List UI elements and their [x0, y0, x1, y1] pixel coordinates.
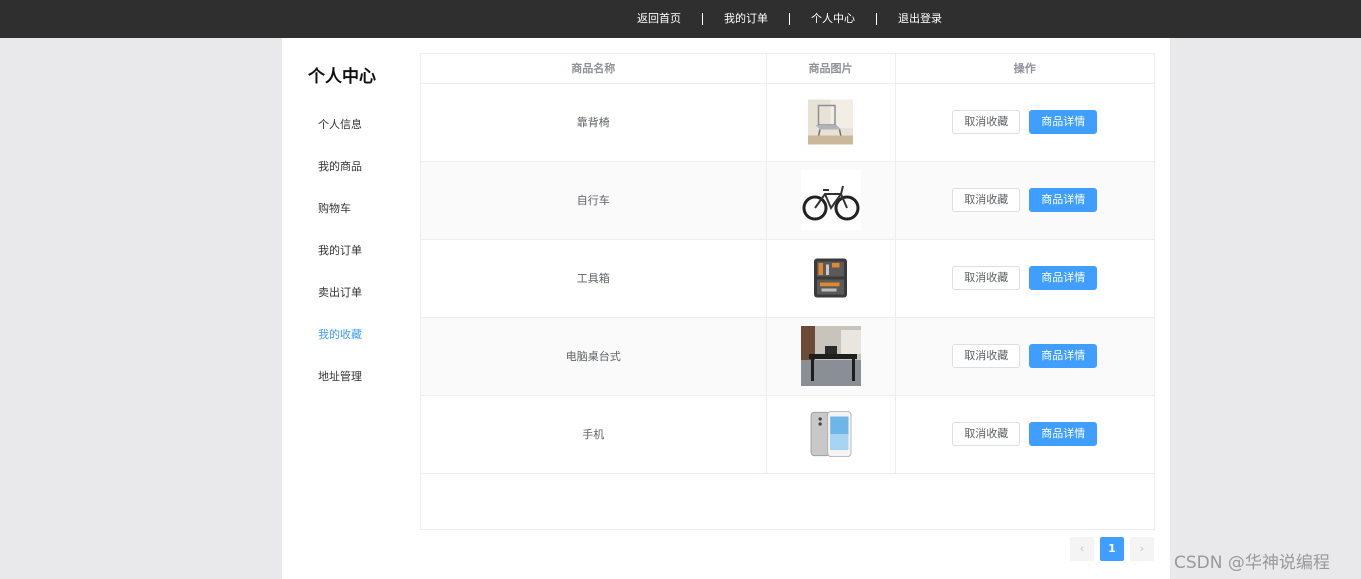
pagination: ‹ 1 ›	[1070, 537, 1160, 561]
product-name: 手机	[421, 395, 767, 474]
product-name: 靠背椅	[421, 83, 767, 162]
sidebar-item-profile-info[interactable]: 个人信息	[318, 118, 362, 160]
cancel-favorite-button[interactable]: 取消收藏	[952, 110, 1021, 134]
sidebar-item-my-orders[interactable]: 我的订单	[318, 244, 362, 286]
favorites-table: 商品名称 商品图片 操作 靠背椅 取消收藏 商品详情 自行车 取消收藏 商品详情…	[420, 53, 1155, 530]
pager-prev-button[interactable]: ‹	[1070, 537, 1094, 561]
product-detail-button[interactable]: 商品详情	[1029, 344, 1098, 368]
sidebar-item-cart[interactable]: 购物车	[318, 202, 362, 244]
product-detail-button[interactable]: 商品详情	[1029, 422, 1098, 446]
nav-logout-link[interactable]: 退出登录	[876, 13, 963, 25]
table-row: 手机 取消收藏 商品详情	[421, 395, 1154, 474]
table-row: 自行车 取消收藏 商品详情	[421, 161, 1154, 240]
top-nav-links: 返回首页 我的订单 个人中心 退出登录	[620, 0, 963, 38]
nav-orders-link[interactable]: 我的订单	[702, 13, 789, 25]
header-action: 操作	[895, 54, 1154, 84]
cancel-favorite-button[interactable]: 取消收藏	[952, 266, 1021, 290]
sidebar-item-address[interactable]: 地址管理	[318, 370, 362, 412]
table-row: 电脑桌台式 取消收藏 商品详情	[421, 317, 1154, 396]
cancel-favorite-button[interactable]: 取消收藏	[952, 188, 1021, 212]
product-name: 电脑桌台式	[421, 317, 767, 396]
product-image-cell	[766, 317, 896, 396]
cancel-favorite-button[interactable]: 取消收藏	[952, 422, 1021, 446]
table-header-row: 商品名称 商品图片 操作	[421, 54, 1154, 84]
table-row: 工具箱 取消收藏 商品详情	[421, 239, 1154, 318]
product-detail-button[interactable]: 商品详情	[1029, 188, 1098, 212]
sidebar-menu: 个人信息 我的商品 购物车 我的订单 卖出订单 我的收藏 地址管理	[318, 118, 362, 412]
product-image-cell	[766, 161, 896, 240]
toolbox-photo-icon[interactable]	[808, 248, 853, 308]
sidebar-title: 个人中心	[308, 67, 376, 87]
chair-photo-icon[interactable]	[808, 92, 853, 152]
sidebar-item-my-goods[interactable]: 我的商品	[318, 160, 362, 202]
table-row: 靠背椅 取消收藏 商品详情	[421, 83, 1154, 162]
sidebar-item-sold-orders[interactable]: 卖出订单	[318, 286, 362, 328]
product-name: 自行车	[421, 161, 767, 240]
pager-next-button[interactable]: ›	[1130, 537, 1154, 561]
phone-photo-icon[interactable]	[805, 404, 856, 464]
product-detail-button[interactable]: 商品详情	[1029, 110, 1098, 134]
product-detail-button[interactable]: 商品详情	[1029, 266, 1098, 290]
cancel-favorite-button[interactable]: 取消收藏	[952, 344, 1021, 368]
product-image-cell	[766, 83, 896, 162]
desk-photo-icon[interactable]	[800, 326, 861, 386]
pager-page-1[interactable]: 1	[1100, 537, 1124, 561]
product-image-cell	[766, 239, 896, 318]
product-name: 工具箱	[421, 239, 767, 318]
action-cell: 取消收藏 商品详情	[895, 161, 1154, 240]
nav-profile-link[interactable]: 个人中心	[789, 13, 876, 25]
sidebar-item-favorites[interactable]: 我的收藏	[318, 328, 362, 370]
action-cell: 取消收藏 商品详情	[895, 239, 1154, 318]
top-navbar: 返回首页 我的订单 个人中心 退出登录	[0, 0, 1361, 38]
product-image-cell	[766, 395, 896, 474]
header-image: 商品图片	[766, 54, 896, 84]
header-name: 商品名称	[421, 54, 767, 84]
bicycle-photo-icon[interactable]	[800, 170, 861, 230]
action-cell: 取消收藏 商品详情	[895, 317, 1154, 396]
action-cell: 取消收藏 商品详情	[895, 83, 1154, 162]
nav-home-link[interactable]: 返回首页	[620, 13, 702, 25]
watermark: CSDN @华神说编程	[1174, 553, 1330, 573]
main-panel: 个人中心 个人信息 我的商品 购物车 我的订单 卖出订单 我的收藏 地址管理 商…	[282, 38, 1170, 579]
action-cell: 取消收藏 商品详情	[895, 395, 1154, 474]
